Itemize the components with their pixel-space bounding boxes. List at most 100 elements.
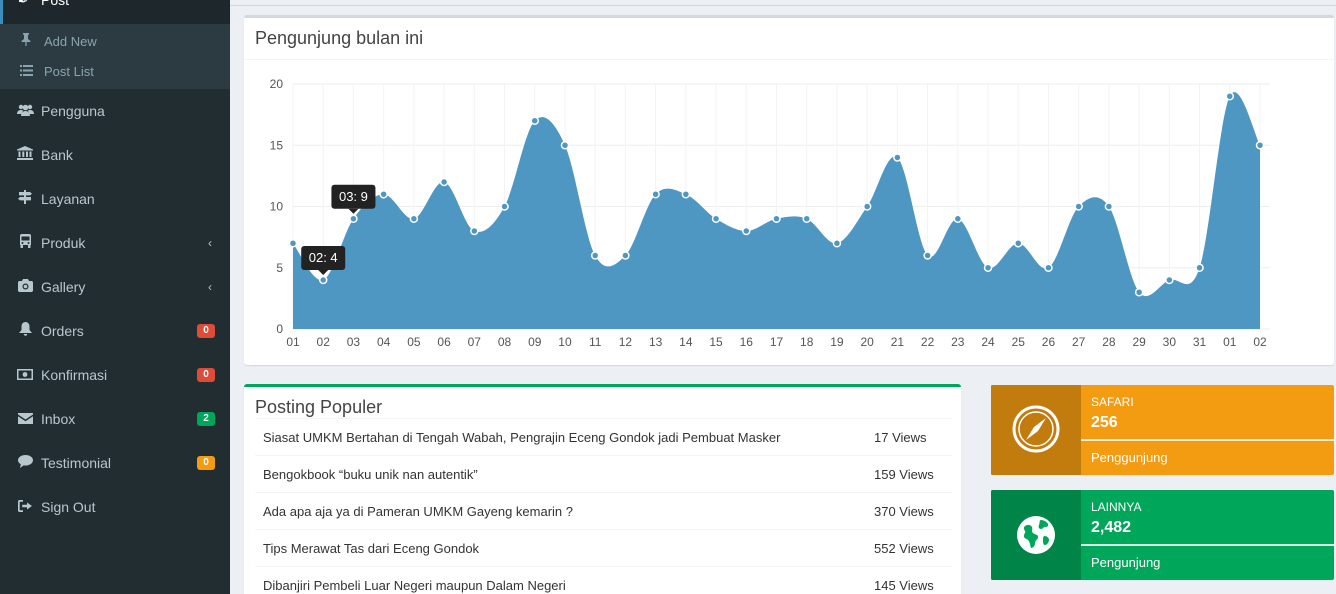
sidebar-item-inbox[interactable]: Inbox 2: [0, 397, 230, 441]
y-tick-label: 15: [270, 138, 284, 152]
money-icon: [15, 353, 35, 397]
lainnya-description: Pengunjung: [1091, 555, 1161, 570]
sidebar-item-label: Bank: [41, 147, 73, 163]
sidebar-subitem-label: Add New: [44, 34, 97, 49]
data-point: [349, 214, 358, 223]
post-views: 552 Views: [874, 541, 934, 556]
comment-icon: [15, 441, 35, 485]
sidebar-item-pengguna[interactable]: Pengguna: [0, 89, 230, 133]
x-tick-label: 27: [1072, 335, 1086, 349]
x-tick-label: 09: [528, 335, 542, 349]
safari-progress-bar: [1081, 439, 1334, 441]
sidebar-item-post[interactable]: ✒ Post: [0, 0, 230, 24]
data-point: [1255, 141, 1265, 150]
x-tick-label: 28: [1102, 335, 1116, 349]
sidebar: ✒ Post Add New Post List Pengguna Bank L…: [0, 0, 230, 594]
bell-icon: [15, 309, 35, 353]
y-tick-label: 20: [270, 77, 284, 91]
post-submenu: Add New Post List: [0, 24, 230, 89]
x-tick-label: 22: [921, 335, 935, 349]
post-title-link[interactable]: Tips Merawat Tas dari Eceng Gondok: [263, 541, 479, 556]
lainnya-info-box: LAINNYA 2,482 Pengunjung: [991, 490, 1334, 580]
sidebar-subitem-post-list[interactable]: Post List: [0, 57, 230, 87]
sign-out-icon: [15, 485, 35, 529]
post-title-link[interactable]: Siasat UMKM Bertahan di Tengah Wabah, Pe…: [263, 430, 780, 445]
post-title-link[interactable]: Bengokbook “buku unik nan autentik”: [263, 467, 478, 482]
chevron-left-icon: ‹: [208, 236, 212, 250]
visitors-chart-box: Pengunjung bulan ini 0 5 10 15 20 01 02 03 04 05 0…: [244, 15, 1334, 365]
data-point: [1134, 288, 1144, 297]
data-point: [681, 190, 691, 199]
data-point: [590, 251, 600, 260]
visitors-area-chart: 0510152001 02 03 04 05 06 07 08 09 10 11 12 13 14 15 16…: [270, 77, 1270, 349]
safari-info-box: SAFARI 256 Penggunjung: [991, 385, 1334, 475]
data-point: [530, 116, 539, 125]
sidebar-item-produk[interactable]: Produk ‹: [0, 221, 230, 265]
data-point: [560, 141, 570, 150]
sidebar-item-label: Testimonial: [41, 455, 112, 471]
post-title-link[interactable]: Ada apa aja ya di Pameran UMKM Gayeng ke…: [263, 504, 573, 519]
safari-description: Penggunjung: [1091, 450, 1168, 465]
x-tick-label: 02: [1253, 335, 1267, 349]
data-point: [711, 214, 721, 223]
x-tick-label: 14: [679, 335, 693, 349]
sidebar-item-sign-out[interactable]: Sign Out: [0, 485, 230, 529]
lainnya-progress-bar: [1081, 544, 1334, 546]
popular-posts-box: Posting Populer Siasat UMKM Bertahan di …: [244, 384, 961, 594]
x-tick-label: 15: [709, 335, 723, 349]
safari-number: 256: [1091, 414, 1118, 431]
sidebar-item-label: Konfirmasi: [41, 367, 108, 383]
sidebar-item-label: Pengguna: [41, 103, 105, 119]
x-tick-label: 18: [800, 335, 814, 349]
sidebar-item-testimonial[interactable]: Testimonial 0: [0, 441, 230, 485]
x-tick-label: 24: [981, 335, 995, 349]
chevron-left-icon: ‹: [208, 280, 212, 294]
sidebar-item-bank[interactable]: Bank: [0, 133, 230, 177]
popular-post-row[interactable]: Dibanjiri Pembeli Luar Negeri maupun Dal…: [255, 566, 952, 594]
x-tick-label: 01: [1223, 335, 1237, 349]
chart-tooltip-label: 02: 4: [309, 250, 338, 265]
data-point: [651, 190, 660, 199]
y-tick-label: 5: [276, 261, 283, 275]
x-tick-label: 06: [437, 335, 451, 349]
popular-post-row[interactable]: Ada apa aja ya di Pameran UMKM Gayeng ke…: [255, 492, 952, 529]
x-tick-label: 29: [1132, 335, 1146, 349]
sidebar-item-orders[interactable]: Orders 0: [0, 309, 230, 353]
x-tick-label: 08: [498, 335, 512, 349]
x-tick-label: 04: [377, 335, 391, 349]
data-point: [1074, 202, 1083, 211]
sidebar-subitem-label: Post List: [44, 64, 94, 79]
post-title-link[interactable]: Dibanjiri Pembeli Luar Negeri maupun Dal…: [263, 578, 566, 593]
users-icon: [15, 89, 35, 133]
x-tick-label: 26: [1042, 335, 1056, 349]
popular-post-row[interactable]: Tips Merawat Tas dari Eceng Gondok 552 V…: [255, 529, 952, 566]
bus-icon: [15, 221, 35, 265]
sidebar-subitem-add-new[interactable]: Add New: [0, 27, 230, 57]
data-point: [1044, 263, 1053, 272]
testimonial-count-badge: 0: [197, 456, 215, 470]
post-views: 159 Views: [874, 467, 934, 482]
sidebar-item-konfirmasi[interactable]: Konfirmasi 0: [0, 353, 230, 397]
x-tick-label: 23: [951, 335, 965, 349]
popular-post-row[interactable]: Bengokbook “buku unik nan autentik” 159 …: [255, 455, 952, 492]
list-icon: [19, 57, 33, 87]
lainnya-number: 2,482: [1091, 519, 1132, 536]
globe-icon: [1017, 516, 1055, 554]
sidebar-item-layanan[interactable]: Layanan: [0, 177, 230, 221]
x-tick-label: 30: [1163, 335, 1177, 349]
post-views: 370 Views: [874, 504, 934, 519]
x-tick-label: 12: [619, 335, 633, 349]
x-tick-label: 31: [1193, 335, 1207, 349]
data-point: [832, 239, 842, 248]
sidebar-item-gallery[interactable]: Gallery ‹: [0, 265, 230, 309]
safari-label: SAFARI: [1091, 395, 1134, 409]
popular-post-row[interactable]: Siasat UMKM Bertahan di Tengah Wabah, Pe…: [255, 418, 952, 455]
chart-tooltip-arrow: [348, 208, 359, 214]
popular-posts-title: Posting Populer: [255, 397, 383, 417]
sidebar-item-label: Orders: [41, 323, 84, 339]
x-tick-label: 19: [830, 335, 844, 349]
envelope-icon: [15, 397, 35, 441]
post-views: 145 Views: [874, 578, 934, 593]
pin-icon: ✒: [18, 0, 29, 8]
data-point: [1104, 202, 1114, 211]
